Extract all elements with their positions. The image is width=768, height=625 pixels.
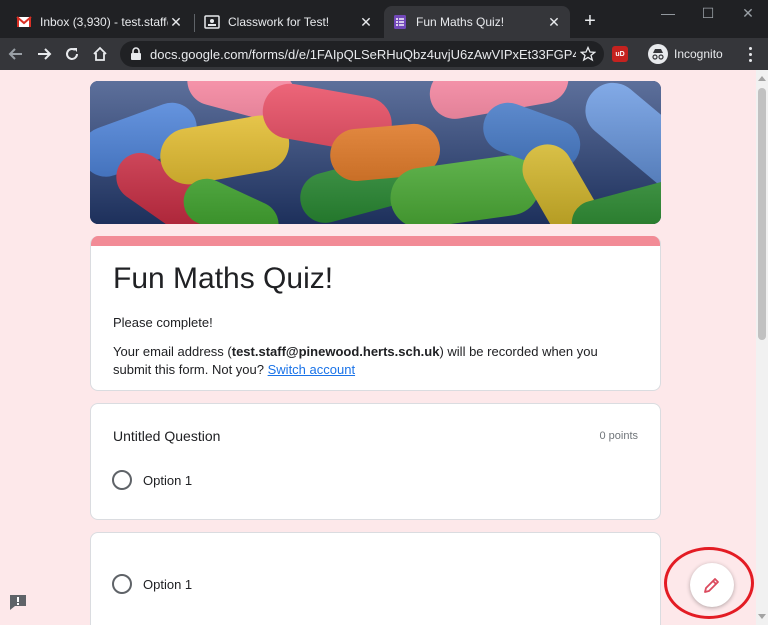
tab-title: Inbox (3,930) - test.staff@pi: [40, 15, 168, 29]
annotation-circle: [664, 547, 754, 619]
gmail-icon: [16, 16, 32, 27]
new-tab-button[interactable]: +: [580, 11, 600, 31]
address-bar[interactable]: docs.google.com/forms/d/e/1FAIpQLSeRHuQb…: [120, 41, 604, 67]
url-text: docs.google.com/forms/d/e/1FAIpQLSeRHuQb…: [150, 46, 576, 62]
candy-banner-image: [90, 81, 661, 224]
close-tab-icon[interactable]: ✕: [358, 14, 374, 30]
switch-account-link[interactable]: Switch account: [268, 362, 355, 377]
option-label: Option 1: [143, 576, 193, 592]
tab-strip: Inbox (3,930) - test.staff@pi ✕ Classwor…: [0, 0, 768, 38]
ublock-extension-icon[interactable]: uD: [612, 46, 628, 62]
question-points: 0 points: [599, 430, 638, 442]
scroll-down-icon[interactable]: [758, 614, 766, 619]
minimize-icon[interactable]: —: [648, 0, 688, 26]
forward-button[interactable]: [32, 42, 56, 66]
email-notice: Your email address (test.staff@pinewood.…: [113, 343, 638, 379]
browser-menu-icon[interactable]: [742, 44, 758, 64]
lock-icon: [131, 47, 141, 60]
email-prefix: Your email address (: [113, 344, 232, 359]
classroom-icon: [204, 15, 220, 29]
header-image: [90, 81, 661, 224]
home-button[interactable]: [88, 42, 112, 66]
page-scrollbar[interactable]: [756, 70, 768, 625]
question-title: Untitled Question: [113, 428, 221, 444]
report-feedback-icon[interactable]: [8, 593, 28, 611]
question-card: Untitled Question 0 points Option 1: [90, 403, 661, 520]
form-title: Fun Maths Quiz!: [113, 262, 334, 295]
forward-arrow-icon: [38, 48, 52, 60]
radio-button[interactable]: [112, 470, 132, 490]
back-arrow-icon: [8, 48, 22, 60]
reload-button[interactable]: [60, 42, 84, 66]
home-icon: [93, 46, 107, 61]
option-label: Option 1: [143, 472, 193, 488]
radio-button[interactable]: [112, 574, 132, 594]
scrollbar-thumb[interactable]: [758, 88, 766, 340]
close-tab-icon[interactable]: ✕: [168, 14, 184, 30]
email-address: test.staff@pinewood.herts.sch.uk: [231, 344, 440, 359]
tab-gmail[interactable]: Inbox (3,930) - test.staff@pi ✕: [8, 6, 192, 38]
question-card: Option 1: [90, 532, 661, 625]
browser-toolbar: docs.google.com/forms/d/e/1FAIpQLSeRHuQb…: [0, 38, 768, 70]
form-description: Please complete!: [113, 315, 213, 330]
maximize-icon[interactable]: ☐: [688, 0, 728, 26]
form-header-card: Fun Maths Quiz! Please complete! Your em…: [90, 236, 661, 391]
tab-title: Fun Maths Quiz!: [416, 15, 505, 29]
radio-option[interactable]: Option 1: [112, 574, 192, 594]
back-button[interactable]: [4, 42, 28, 66]
radio-option[interactable]: Option 1: [112, 470, 192, 490]
tab-fun-maths-quiz[interactable]: Fun Maths Quiz! ✕: [384, 6, 570, 38]
bookmark-star-icon[interactable]: [576, 42, 600, 66]
tab-title: Classwork for Test!: [228, 15, 330, 29]
incognito-icon: [648, 44, 668, 64]
tab-separator: [194, 14, 195, 32]
accent-bar: [91, 236, 660, 246]
profile-label: Incognito: [674, 47, 723, 61]
reload-icon: [66, 48, 78, 60]
page-viewport: Fun Maths Quiz! Please complete! Your em…: [0, 70, 756, 625]
close-window-icon[interactable]: ✕: [728, 0, 768, 26]
close-tab-icon[interactable]: ✕: [546, 14, 562, 30]
forms-icon: [394, 15, 406, 29]
tab-classwork[interactable]: Classwork for Test! ✕: [196, 6, 382, 38]
incognito-profile-button[interactable]: Incognito: [648, 41, 723, 67]
extension-badge: uD: [615, 50, 625, 58]
scroll-up-icon[interactable]: [758, 76, 766, 81]
